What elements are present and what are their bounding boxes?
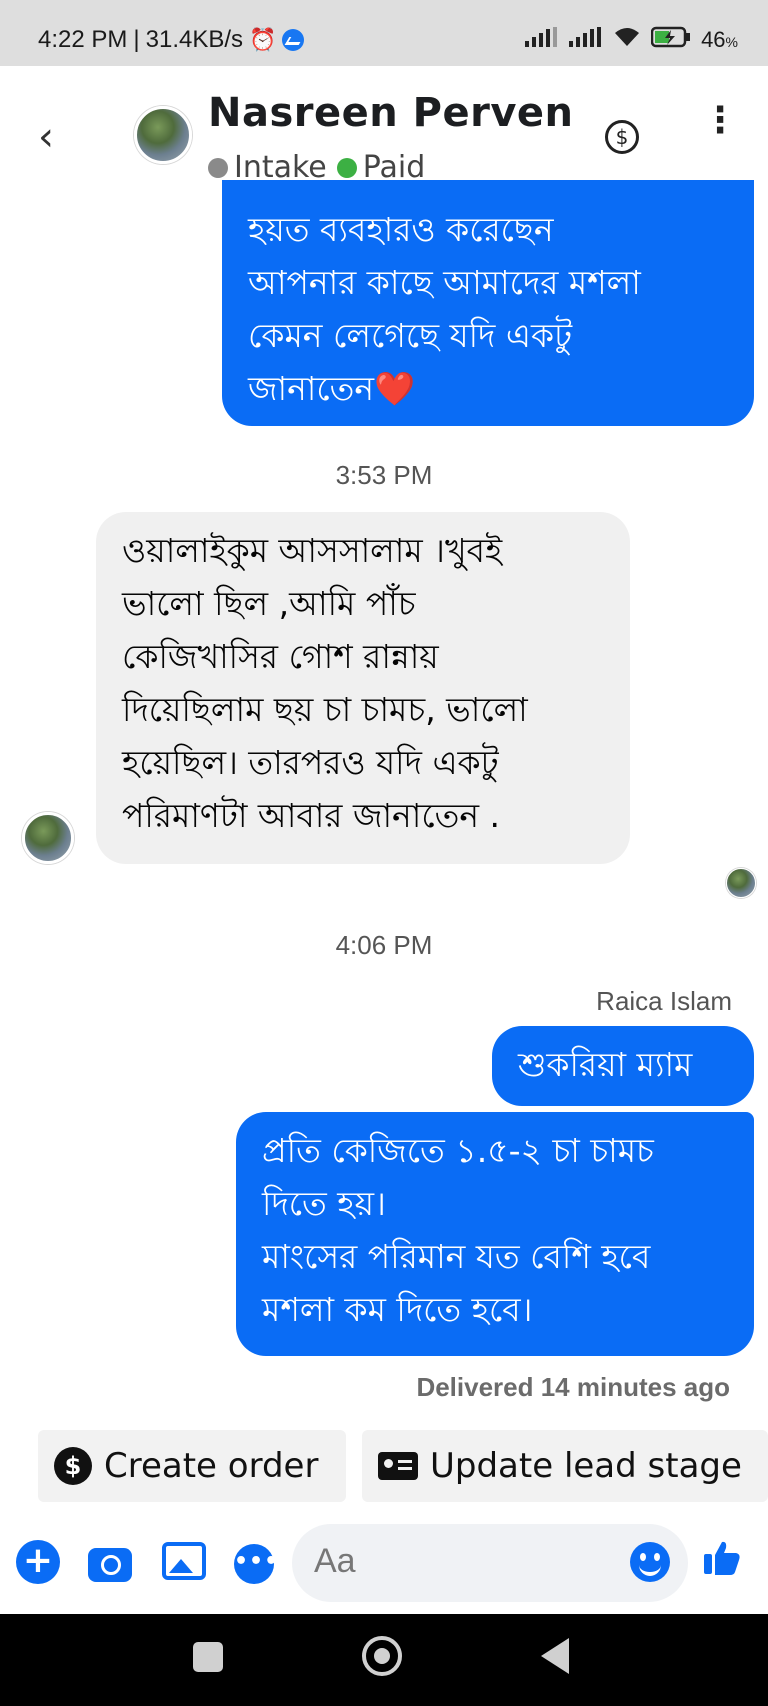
network-speed: 31.4KB/s (145, 26, 244, 53)
timestamp: 4:06 PM (335, 930, 433, 960)
dollar-icon: $ (54, 1447, 92, 1485)
camera-icon[interactable] (88, 1548, 132, 1582)
incoming-message[interactable]: ওয়ালাইকুম আসসালাম ।খুবই ভালো ছিল ,আমি প… (96, 512, 630, 864)
back-triangle-icon[interactable] (541, 1638, 569, 1674)
back-chevron-icon[interactable]: ‹ (38, 114, 54, 160)
outgoing-message[interactable]: শুকরিয়া ম্যাম (492, 1026, 754, 1106)
update-lead-stage-button[interactable]: Update lead stage (362, 1430, 768, 1502)
contact-avatar-small (22, 812, 74, 864)
recent-apps-icon[interactable] (193, 1642, 223, 1672)
messenger-icon (282, 29, 305, 51)
timestamp: 3:53 PM (335, 460, 433, 490)
plus-icon[interactable]: + (16, 1540, 60, 1584)
gallery-icon[interactable] (162, 1542, 206, 1580)
read-receipt-avatar (726, 868, 756, 898)
create-order-button[interactable]: $ Create order (38, 1430, 346, 1502)
intake-dot-icon (208, 157, 228, 178)
battery-icon (650, 26, 691, 54)
status-left: 4:22 PM | 31.4KB/s ⏰ (38, 26, 305, 54)
status-right: 46% (525, 26, 738, 54)
battery-level: 46% (701, 27, 738, 52)
thumbs-up-icon[interactable] (700, 1538, 744, 1582)
outgoing-message[interactable]: প্রতি কেজিতে ১.৫-২ চা চামচ দিতে হয়। মাং… (236, 1112, 754, 1356)
contact-name[interactable]: Nasreen Perven (208, 90, 574, 136)
message-input-placeholder: Aa (314, 1542, 356, 1580)
payment-dollar-icon[interactable]: $ (605, 120, 639, 154)
delivered-status: Delivered 14 minutes ago (416, 1372, 730, 1402)
update-lead-stage-label: Update lead stage (430, 1446, 742, 1486)
id-card-icon (378, 1452, 418, 1480)
status-time: 4:22 PM (38, 26, 128, 53)
message-composer: + ••• Aa (0, 1518, 768, 1614)
paid-dot-icon (336, 157, 357, 178)
outgoing-message-partial[interactable]: হয়ত ব্যবহারও করেছেন আপনার কাছে আমাদের ম… (222, 180, 754, 426)
message-input[interactable]: Aa (292, 1524, 688, 1602)
create-order-label: Create order (104, 1446, 319, 1486)
sender-name: Raica Islam (596, 986, 732, 1016)
status-bar: 4:22 PM | 31.4KB/s ⏰ 46% (0, 0, 768, 66)
chat-bubble-icon[interactable]: ••• (234, 1544, 278, 1584)
home-icon[interactable] (362, 1636, 402, 1676)
contact-avatar[interactable] (134, 106, 192, 164)
alarm-icon: ⏰ (249, 27, 277, 52)
navigation-bar (0, 1614, 768, 1706)
wifi-icon (613, 26, 641, 54)
more-options-icon[interactable]: ⋮ (702, 103, 738, 139)
signal-icon-2 (569, 27, 603, 53)
signal-icon (525, 27, 559, 53)
emoji-icon[interactable] (630, 1542, 670, 1582)
